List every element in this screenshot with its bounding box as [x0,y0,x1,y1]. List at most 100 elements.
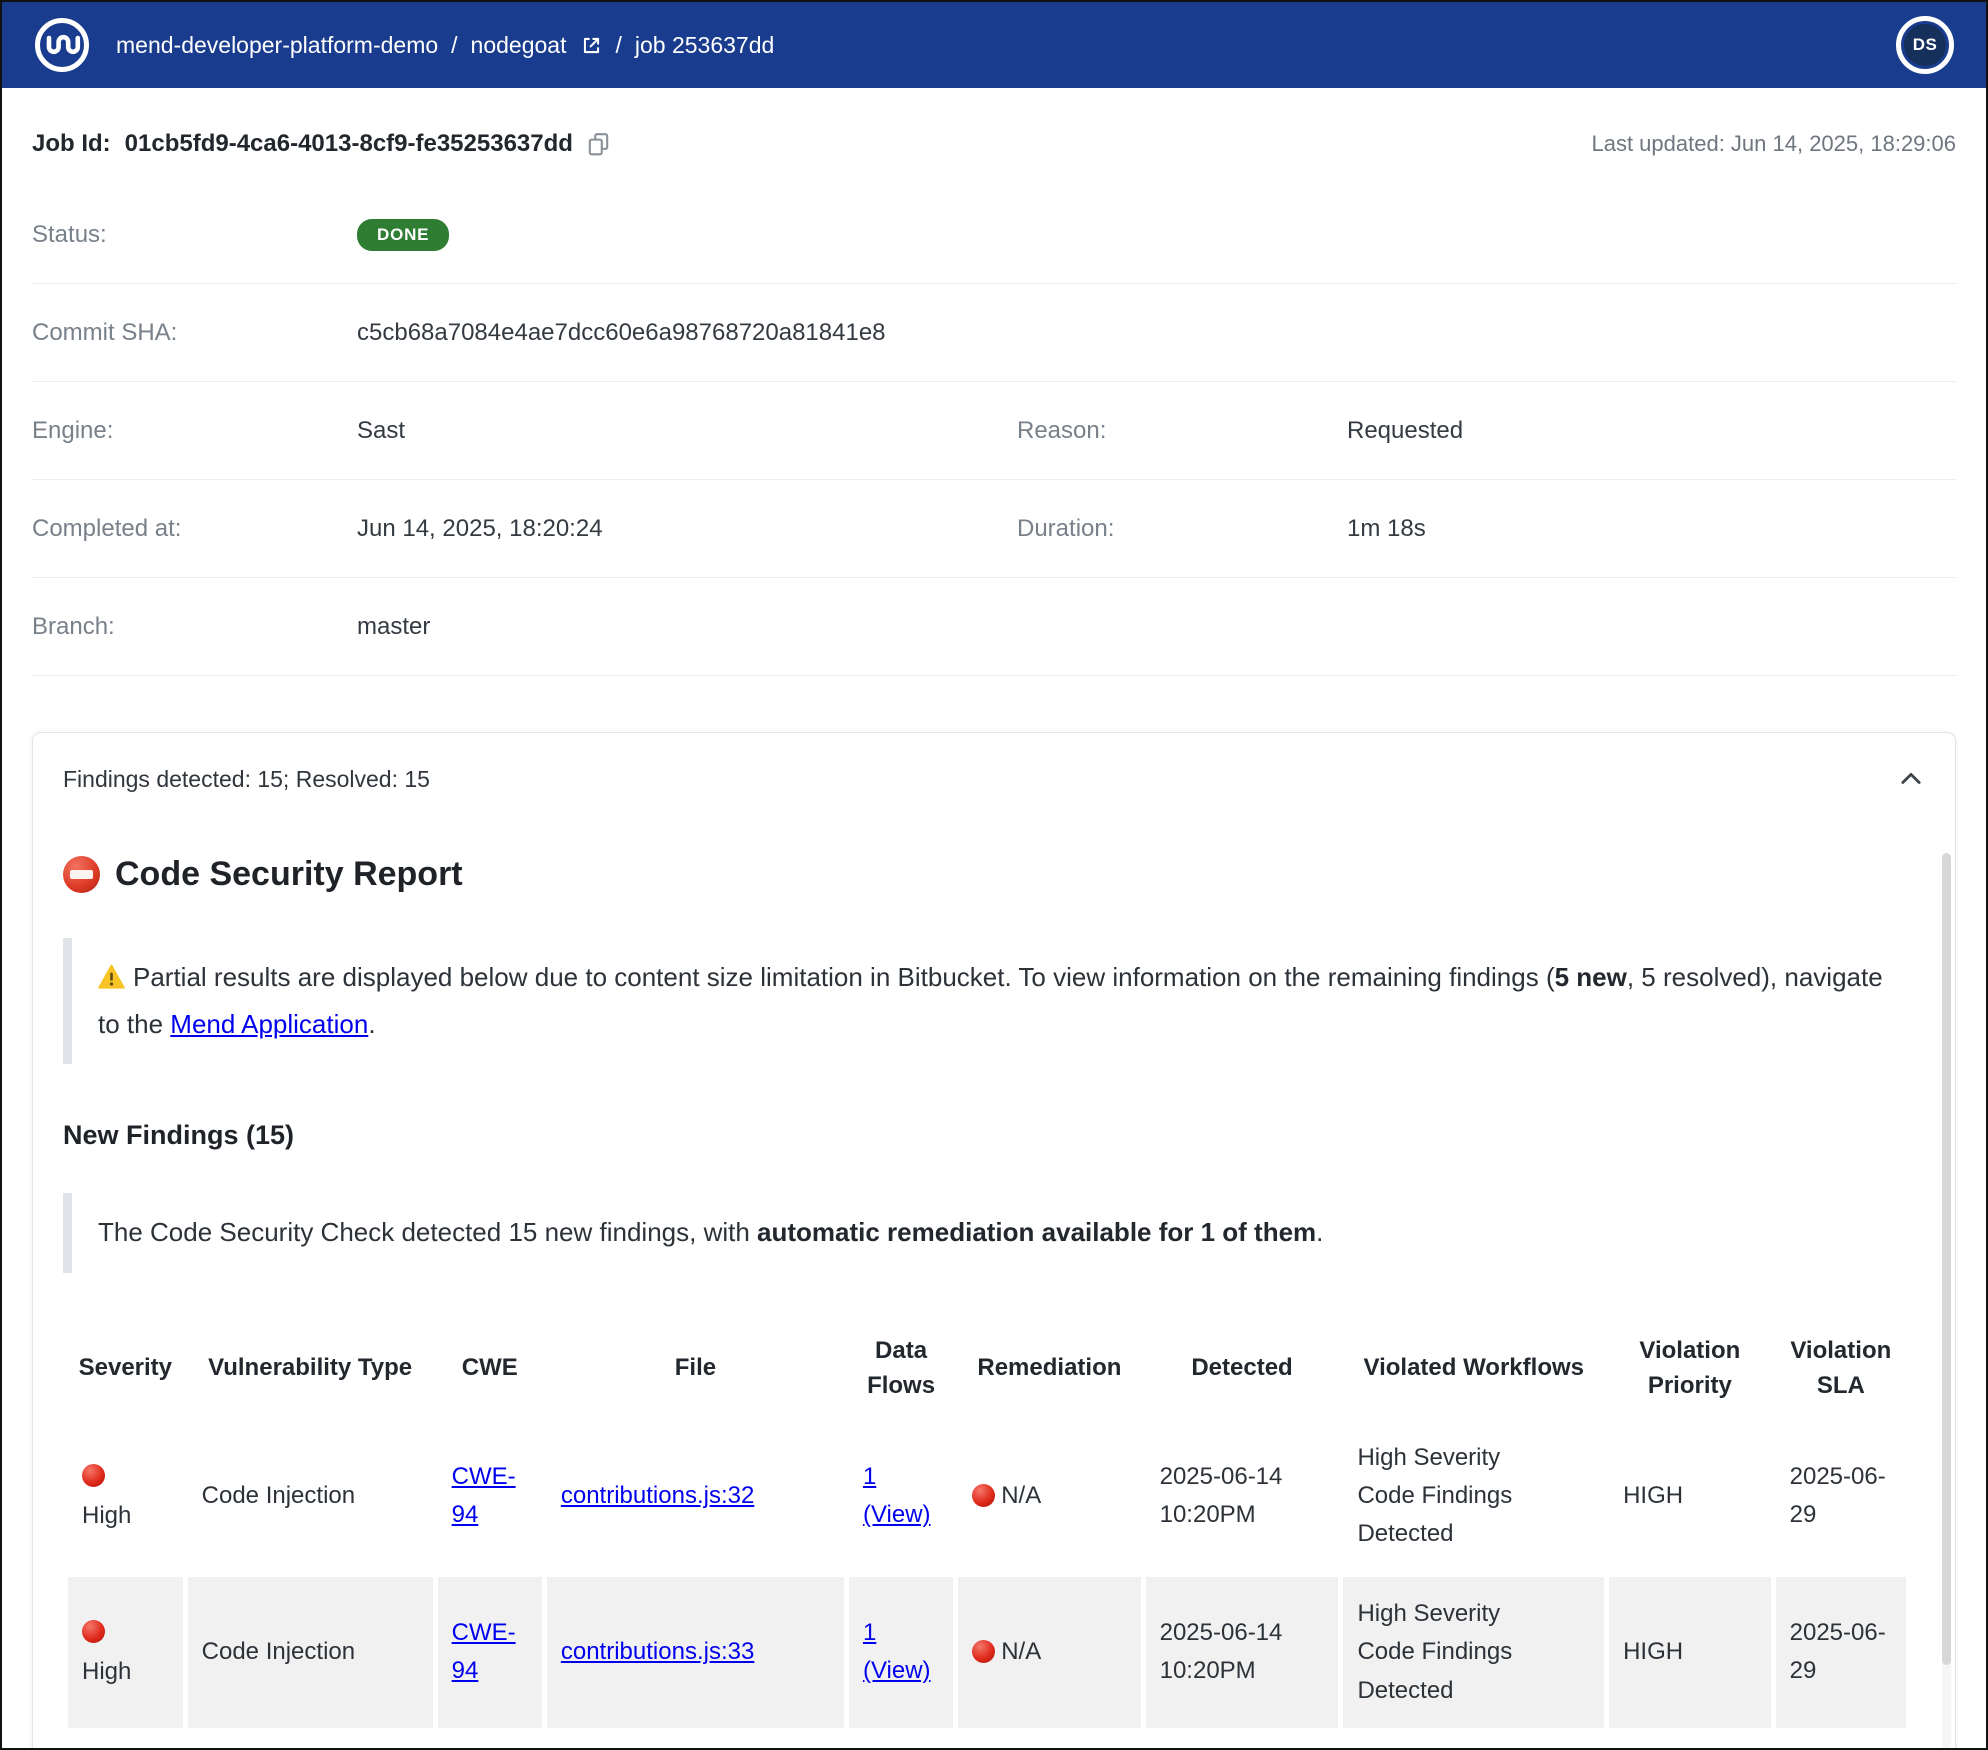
new-findings-heading: New Findings (15) [63,1120,1911,1151]
findings-card: Findings detected: 15; Resolved: 15 Code… [32,732,1956,1750]
duration-label: Duration: [1017,515,1347,543]
warning-text-post: . [368,1009,375,1039]
violation-priority-cell: HIGH [1609,1421,1771,1572]
top-navbar: mend-developer-platform-demo / nodegoat … [2,2,1986,88]
cwe-cell: CWE-94 [438,1421,542,1572]
file-cell: contributions.js:33 [547,1577,844,1728]
red-circle-icon [82,1464,105,1487]
detected-cell: 2025-06-14 10:20PM [1146,1421,1339,1572]
column-header-remediation: Remediation [958,1322,1140,1416]
column-header-violated-workflows: Violated Workflows [1343,1322,1604,1416]
column-header-data-flows: Data Flows [849,1322,953,1416]
scrollbar-thumb[interactable] [1942,853,1951,1665]
duration-value: 1m 18s [1347,515,1956,543]
job-id-value: 01cb5fd9-4ca6-4013-8cf9-fe35253637dd [125,130,573,158]
note-text-post: . [1316,1217,1323,1247]
remediation-cell: N/A [958,1421,1140,1572]
red-circle-icon [972,1484,995,1507]
findings-summary: Findings detected: 15; Resolved: 15 [63,766,430,793]
cwe-link[interactable]: CWE-94 [452,1619,516,1684]
findings-card-header: Findings detected: 15; Resolved: 15 [33,733,1955,819]
remediation-cell: N/A [958,1577,1140,1728]
violated-workflows-value: High Severity Code Findings Detected [1357,1595,1539,1710]
data-flows-cell: 1 (View) [849,1421,953,1572]
breadcrumb-separator: / [451,32,457,59]
mend-logo-icon[interactable] [34,17,90,73]
copy-icon[interactable] [587,132,610,157]
file-cell: contributions.js:32 [547,1421,844,1572]
job-header: Job Id: 01cb5fd9-4ca6-4013-8cf9-fe352536… [2,88,1986,186]
completed-at-label: Completed at: [32,515,357,543]
breadcrumb: mend-developer-platform-demo / nodegoat … [116,32,774,59]
page: mend-developer-platform-demo / nodegoat … [0,0,1988,1750]
avatar-initials: DS [1904,24,1946,66]
field-row-status: Status: DONE [32,186,1956,284]
reason-value: Requested [1347,417,1956,445]
note-text-pre: The Code Security Check detected 15 new … [98,1217,757,1247]
findings-table: Severity Vulnerability Type CWE File Dat… [63,1317,1911,1733]
table-row: High Code Injection CWE-94 contributions… [68,1577,1906,1728]
data-flows-cell: 1 (View) [849,1577,953,1728]
field-row-completed-duration: Completed at: Jun 14, 2025, 18:20:24 Dur… [32,480,1956,578]
file-link[interactable]: contributions.js:32 [561,1482,754,1509]
column-header-violation-sla: Violation SLA [1776,1322,1906,1416]
column-header-vulnerability-type: Vulnerability Type [188,1322,433,1416]
commit-sha-label: Commit SHA: [32,319,357,347]
breadcrumb-separator: / [615,32,621,59]
column-header-cwe: CWE [438,1322,542,1416]
report-title: Code Security Report [63,855,1911,894]
external-link-icon[interactable] [581,35,602,56]
vulnerability-type-cell: Code Injection [188,1421,433,1572]
partial-results-warning: Partial results are displayed below due … [63,938,1911,1064]
column-header-detected: Detected [1146,1322,1339,1416]
data-flows-link[interactable]: 1 (View) [863,1619,931,1684]
job-id-label: Job Id: [32,130,111,158]
completed-at-value: Jun 14, 2025, 18:20:24 [357,515,1017,543]
file-link[interactable]: contributions.js:33 [561,1638,754,1665]
scrollbar-track [1942,853,1951,1750]
warning-text-bold: 5 new [1555,962,1627,992]
violation-sla-cell: 2025-06-29 [1776,1421,1906,1572]
breadcrumb-job: job 253637dd [635,32,774,59]
last-updated: Last updated: Jun 14, 2025, 18:29:06 [1591,131,1956,157]
violated-workflows-cell: High Severity Code Findings Detected [1343,1421,1604,1572]
breadcrumb-project[interactable]: mend-developer-platform-demo [116,32,438,59]
severity-value: High [82,1653,169,1691]
red-circle-icon [972,1640,995,1663]
vulnerability-type-cell: Code Injection [188,1577,433,1728]
severity-value: High [82,1497,169,1535]
no-entry-icon [63,856,100,893]
table-header-row: Severity Vulnerability Type CWE File Dat… [68,1322,1906,1416]
reason-label: Reason: [1017,417,1347,445]
field-row-branch: Branch: master [32,578,1956,676]
table-row: High Code Injection CWE-94 contributions… [68,1421,1906,1572]
violated-workflows-value: High Severity Code Findings Detected [1357,1439,1539,1554]
branch-value: master [357,613,1017,641]
detected-cell: 2025-06-14 10:20PM [1146,1577,1339,1728]
new-findings-note: The Code Security Check detected 15 new … [63,1193,1911,1273]
remediation-value: N/A [1001,1482,1041,1509]
breadcrumb-repo[interactable]: nodegoat [471,32,567,59]
violation-priority-cell: HIGH [1609,1577,1771,1728]
cwe-cell: CWE-94 [438,1577,542,1728]
column-header-file: File [547,1322,844,1416]
engine-value: Sast [357,417,1017,445]
field-row-engine-reason: Engine: Sast Reason: Requested [32,382,1956,480]
status-label: Status: [32,221,357,249]
severity-cell: High [68,1421,183,1572]
user-avatar[interactable]: DS [1896,16,1954,74]
note-text-bold: automatic remediation available for 1 of… [757,1217,1316,1247]
commit-sha-value: c5cb68a7084e4ae7dcc60e6a98768720a81841e8 [357,319,1017,347]
violated-workflows-cell: High Severity Code Findings Detected [1343,1577,1604,1728]
cwe-link[interactable]: CWE-94 [452,1463,516,1528]
data-flows-link[interactable]: 1 (View) [863,1463,931,1528]
mend-application-link[interactable]: Mend Application [170,1009,368,1039]
engine-label: Engine: [32,417,357,445]
chevron-up-icon[interactable] [1897,765,1925,793]
branch-label: Branch: [32,613,357,641]
code-security-report: Code Security Report Partial results are… [33,819,1955,1750]
column-header-violation-priority: Violation Priority [1609,1322,1771,1416]
red-circle-icon [82,1620,105,1643]
column-header-severity: Severity [68,1322,183,1416]
remediation-value: N/A [1001,1638,1041,1665]
